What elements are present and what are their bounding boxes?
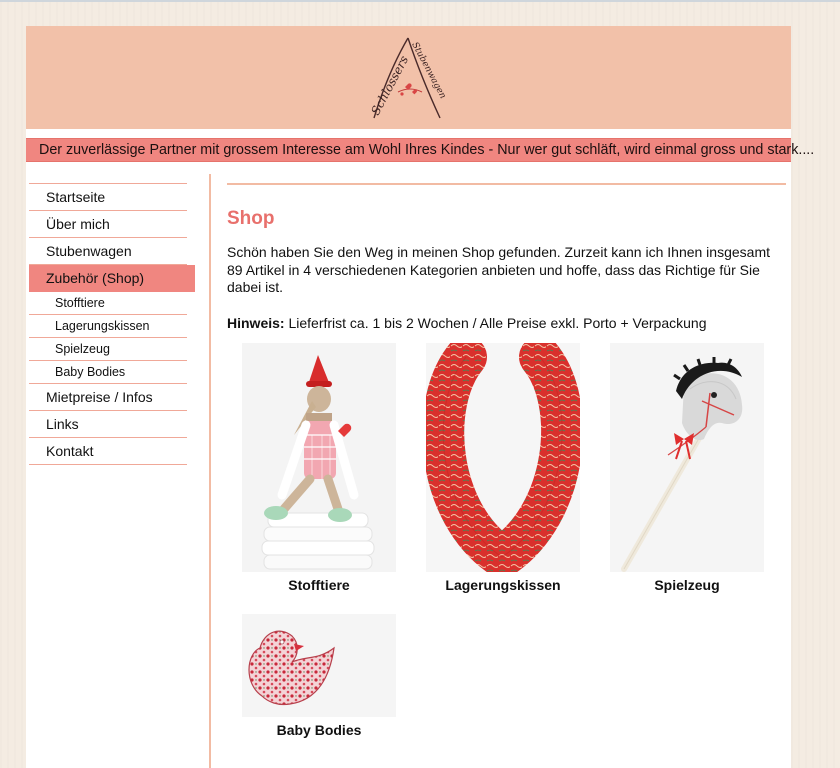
slogan-bar: Der zuverlässige Partner mit grossem Int… xyxy=(26,138,814,162)
sidebar-nav: Startseite Über mich Stubenwagen Zubehör… xyxy=(29,183,195,465)
hint-label: Hinweis: xyxy=(227,314,285,331)
nav-item-kontakt[interactable]: Kontakt xyxy=(29,438,187,465)
positioning-pillow-image[interactable] xyxy=(426,343,580,572)
nav-subitem-stofftiere[interactable]: Stofftiere xyxy=(29,292,187,315)
nav-item-mietpreise-infos[interactable]: Mietpreise / Infos xyxy=(29,384,187,411)
nav-item-stubenwagen[interactable]: Stubenwagen xyxy=(29,238,187,265)
category-card-stofftiere[interactable]: Stofftiere xyxy=(242,343,396,594)
svg-text:Schlossers: Schlossers xyxy=(368,53,411,117)
sidebar-divider xyxy=(209,174,211,768)
nav-subitem-lagerungskissen[interactable]: Lagerungskissen xyxy=(29,315,187,338)
nav-item-links[interactable]: Links xyxy=(29,411,187,438)
hint-text: Lieferfrist ca. 1 bis 2 Wochen / Alle Pr… xyxy=(284,314,707,331)
category-label-baby-bodies[interactable]: Baby Bodies xyxy=(242,722,396,739)
plush-doll-image[interactable] xyxy=(242,343,396,572)
slogan-text: Der zuverlässige Partner mit grossem Int… xyxy=(39,142,815,158)
header-banner: Schlossers Stubenwagen xyxy=(26,26,791,129)
nav-subitem-spielzeug[interactable]: Spielzeug xyxy=(29,338,187,361)
category-label-spielzeug[interactable]: Spielzeug xyxy=(610,577,764,594)
page-title: Shop xyxy=(227,208,275,229)
page-container: Schlossers Stubenwagen Der zuverlässige … xyxy=(26,26,814,768)
nav-item-zubehoer-shop[interactable]: Zubehör (Shop) xyxy=(29,265,195,292)
category-label-stofftiere[interactable]: Stofftiere xyxy=(242,577,396,594)
category-card-baby-bodies[interactable]: Baby Bodies xyxy=(242,614,396,739)
hint-paragraph: Hinweis: Lieferfrist ca. 1 bis 2 Wochen … xyxy=(227,315,787,332)
site-logo[interactable]: Schlossers Stubenwagen xyxy=(360,32,460,124)
nav-subitem-baby-bodies[interactable]: Baby Bodies xyxy=(29,361,187,384)
category-label-lagerungskissen[interactable]: Lagerungskissen xyxy=(426,577,580,594)
duck-bodysuit-image[interactable] xyxy=(242,614,396,717)
content-top-rule xyxy=(227,183,786,185)
nav-item-ueber-mich[interactable]: Über mich xyxy=(29,211,187,238)
hobby-horse-image[interactable] xyxy=(610,343,764,572)
intro-text: Schön haben Sie den Weg in meinen Shop g… xyxy=(227,244,770,295)
browser-top-edge xyxy=(0,0,840,2)
category-card-lagerungskissen[interactable]: Lagerungskissen xyxy=(426,343,580,594)
nav-item-startseite[interactable]: Startseite xyxy=(29,184,187,211)
category-card-spielzeug[interactable]: Spielzeug xyxy=(610,343,764,594)
main-content: Shop Schön haben Sie den Weg in meinen S… xyxy=(227,183,787,738)
